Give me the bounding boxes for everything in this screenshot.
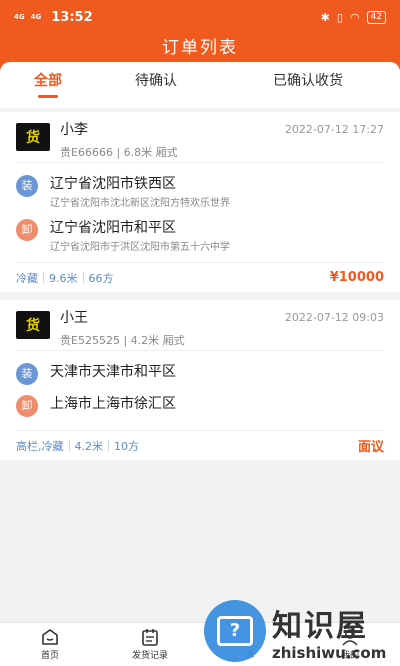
load-city: 辽宁省沈阳市铁西区 (50, 176, 176, 192)
driver-name: 小王 (60, 310, 88, 326)
load-badge: 装 (16, 175, 38, 197)
driver-name: 小李 (60, 122, 88, 138)
cargo-length: 9.6米 (49, 271, 78, 285)
cargo-tag: 冷藏 (16, 271, 38, 285)
vibrate-icon: ▯ (336, 10, 343, 24)
load-city: 天津市天津市和平区 (50, 364, 176, 380)
unload-city: 上海市上海市徐汇区 (50, 396, 176, 412)
tab-bar: 全部 待确认 已确认收货 (0, 62, 400, 108)
tab-all[interactable]: 全部 (0, 62, 96, 108)
home-icon (42, 629, 58, 645)
separator (82, 272, 84, 283)
order-time: 2022-07-12 17:27 (284, 123, 384, 136)
load-badge: 装 (16, 363, 38, 385)
order-price: ¥10000 (329, 270, 384, 285)
vehicle-info: 贵E525525 | 4.2米 厢式 (60, 334, 185, 347)
divider (16, 350, 384, 351)
unload-city: 辽宁省沈阳市和平区 (50, 220, 176, 236)
cargo-volume: 66方 (88, 271, 114, 285)
order-price: 面议 (357, 440, 384, 455)
load-address: 装 辽宁省沈阳市铁西区 辽宁省沈阳市沈北新区沈阳方特欢乐世界 (16, 175, 384, 209)
load-detail: 辽宁省沈阳市沈北新区沈阳方特欢乐世界 (50, 198, 230, 209)
nav-records[interactable]: 发货记录 (100, 623, 200, 666)
order-card-header: 货 小王 贵E525525 | 4.2米 厢式 2022-07-12 09:03 (16, 300, 384, 350)
order-card-footer: 高栏,冷藏 4.2米 10方 面议 (16, 430, 384, 460)
separator (68, 440, 70, 451)
unload-address: 卸 辽宁省沈阳市和平区 辽宁省沈阳市于洪区沈阳市第五十六中学 (16, 219, 384, 253)
company-logo-icon: 货 (16, 123, 50, 151)
unload-address: 卸 上海市上海市徐汇区 (16, 395, 384, 417)
order-time: 2022-07-12 09:03 (284, 311, 384, 324)
wifi-icon: ◠ (349, 10, 360, 24)
order-card[interactable]: 货 小王 贵E525525 | 4.2米 厢式 2022-07-12 09:03… (0, 300, 400, 460)
watermark-url: zhishiwu.com (272, 644, 387, 662)
records-icon (142, 629, 158, 646)
unload-badge: 卸 (16, 395, 38, 417)
watermark: ? 知识屋 zhishiwu.com (204, 600, 386, 662)
watermark-title: 知识屋 (272, 609, 368, 644)
tab-confirmed[interactable]: 已确认收货 (216, 62, 400, 108)
separator (108, 440, 109, 451)
battery-icon: 42 (366, 10, 386, 24)
nav-home[interactable]: 首页 (0, 623, 100, 666)
vehicle-info: 贵E66666 | 6.8米 厢式 (60, 146, 178, 159)
tab-all-label: 全部 (34, 73, 62, 89)
app-header: 4G 4G 13:52 ✱ ▯ ◠ 42 订单列表 全部 待确认 已确认收货 (0, 0, 400, 108)
cargo-tag: 高栏,冷藏 (16, 439, 64, 453)
separator (43, 272, 44, 283)
status-time: 13:52 (51, 9, 93, 25)
company-logo-icon: 货 (16, 311, 50, 339)
watermark-logo-icon: ? (204, 600, 266, 662)
bluetooth-icon: ✱ (320, 10, 330, 24)
divider (16, 162, 384, 163)
tab-pending[interactable]: 待确认 (96, 62, 216, 108)
order-card-footer: 冷藏 9.6米 66方 ¥10000 (16, 262, 384, 292)
page-title: 订单列表 (162, 38, 238, 58)
order-card-header: 货 小李 贵E66666 | 6.8米 厢式 2022-07-12 17:27 (16, 112, 384, 162)
signal-indicator-1: 4G (14, 13, 25, 21)
cargo-volume: 10方 (114, 439, 139, 453)
order-card[interactable]: 货 小李 贵E66666 | 6.8米 厢式 2022-07-12 17:27 … (0, 112, 400, 292)
nav-records-label: 发货记录 (131, 651, 168, 661)
nav-home-label: 首页 (40, 651, 59, 661)
unload-detail: 辽宁省沈阳市于洪区沈阳市第五十六中学 (50, 242, 230, 253)
tab-confirmed-label: 已确认收货 (273, 73, 343, 89)
status-bar: 4G 4G 13:52 ✱ ▯ ◠ 42 (0, 0, 400, 34)
tab-active-indicator (38, 95, 58, 98)
unload-badge: 卸 (16, 219, 38, 241)
tab-pending-label: 待确认 (135, 73, 177, 89)
cargo-length: 4.2米 (74, 439, 104, 453)
load-address: 装 天津市天津市和平区 (16, 363, 384, 385)
signal-indicator-2: 4G (30, 13, 42, 21)
